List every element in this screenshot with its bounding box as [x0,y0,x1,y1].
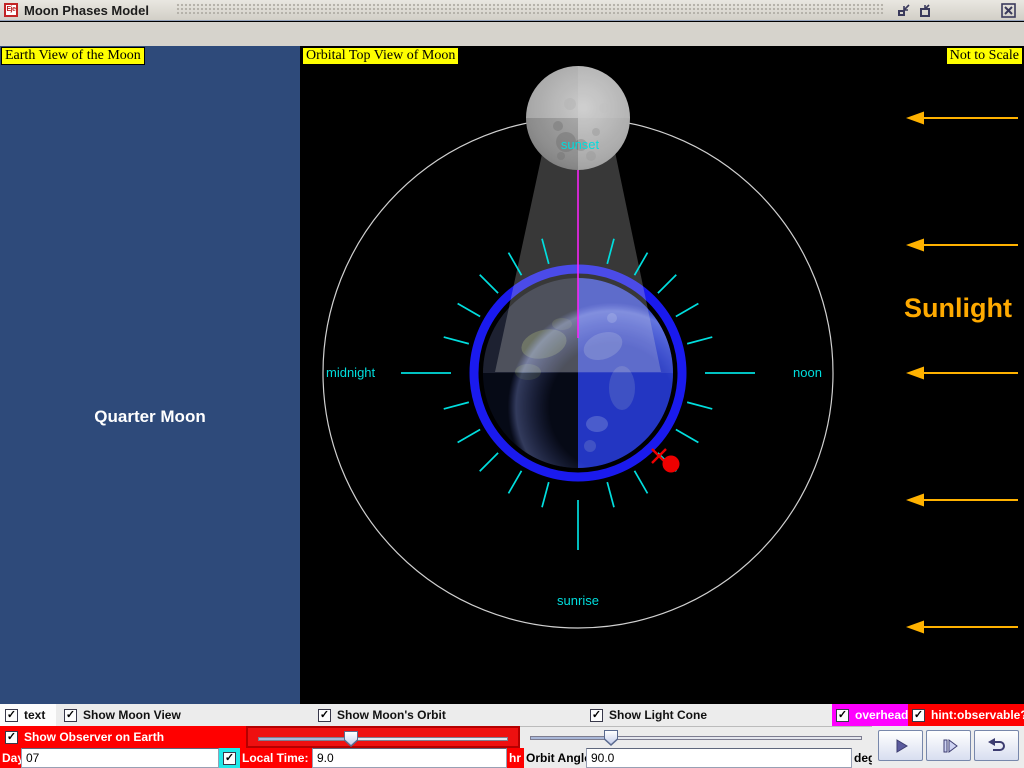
title-bar[interactable]: Eje Moon Phases Model [0,0,1024,21]
show-light-cone-checkbox[interactable]: ✓ [590,709,603,722]
menu-strip [0,22,1024,46]
step-icon [939,736,959,756]
moon-phases-window: Eje Moon Phases Model Quarter Moon [0,0,1024,768]
show-observer-checkbox[interactable]: ✓ [5,731,18,744]
close-icon[interactable] [1001,3,1016,18]
step-button[interactable] [926,730,971,761]
show-moons-orbit-checkbox[interactable]: ✓ [318,709,331,722]
orbit-angle-field[interactable]: 90.0 [586,748,852,768]
orbit-scene: midnight noon sunrise sunset Sunlight [300,46,1024,704]
local-time-field[interactable]: 9.0 [312,748,507,768]
local-time-label: Local Time: [240,748,312,768]
hour-tick [444,337,469,344]
text-checkbox-group[interactable]: ✓ text [0,704,56,726]
minimize-icon[interactable] [897,3,912,18]
hour-tick [458,304,481,317]
sunset-label: sunset [561,137,600,152]
hour-tick [635,471,648,494]
text-checkbox-label: text [24,708,45,722]
sunlight-arrow-head [906,239,924,252]
moon[interactable] [526,66,630,170]
sunlight-label: Sunlight [904,293,1012,323]
hour-tick [676,304,699,317]
earth-view-panel: Quarter Moon [0,46,300,704]
orbit-angle-slider[interactable] [520,726,872,748]
reset-button[interactable] [974,730,1019,761]
moon-phase-label: Quarter Moon [0,407,300,427]
hour-tick [480,453,498,471]
hint-observable-label: hint:observable? [931,708,1024,722]
hour-tick [444,402,469,409]
show-moon-view-group[interactable]: ✓ Show Moon View [56,704,308,726]
deg-unit-label: deg [852,748,872,768]
noon-label: noon [793,365,822,380]
hour-tick [687,402,712,409]
hour-tick [509,471,522,494]
sunlight-arrow-head [906,494,924,507]
hour-tick [607,482,614,507]
local-time-slider[interactable] [246,726,520,748]
titlebar-texture [176,3,884,16]
sunlight-arrow-head [906,112,924,125]
play-button[interactable] [878,730,923,761]
play-icon [891,736,911,756]
hour-tick [542,482,549,507]
sunlight-arrow-head [906,367,924,380]
field-row: Day 07 ✓ Local Time: 9.0 hr Orbit Angle … [0,748,1024,768]
overhead-label: overhead [855,708,908,722]
show-moons-orbit-group[interactable]: ✓ Show Moon's Orbit [308,704,576,726]
show-moon-view-checkbox[interactable]: ✓ [64,709,77,722]
orbit-angle-slider-track[interactable] [530,736,862,740]
sunrise-label: sunrise [557,593,599,608]
day-field[interactable]: 07 [21,748,219,768]
midnight-label: midnight [326,365,376,380]
orbit-angle-label: Orbit Angle [524,748,586,768]
orbit-view-panel: midnight noon sunrise sunset Sunlight [300,46,1024,704]
text-checkbox[interactable]: ✓ [5,709,18,722]
slider-row: ✓ Show Observer on Earth [0,726,1024,748]
hint-observable-group[interactable]: ✓ hint:observable? [908,704,1024,726]
earth-view-caption: Earth View of the Moon [1,47,145,65]
show-moons-orbit-label: Show Moon's Orbit [337,708,446,722]
sunlight-arrow-head [906,621,924,634]
reset-icon [987,736,1007,756]
hour-tick [658,275,676,293]
time-checkbox[interactable]: ✓ [223,752,236,765]
orbit-angle-slider-thumb[interactable] [604,730,618,746]
show-moon-view-label: Show Moon View [83,708,181,722]
day-label: Day [0,748,21,768]
hour-tick [676,430,699,443]
maximize-icon[interactable] [917,3,932,18]
show-observer-group[interactable]: ✓ Show Observer on Earth [0,726,246,748]
local-time-slider-thumb[interactable] [344,731,358,747]
hint-observable-checkbox[interactable]: ✓ [912,709,925,722]
show-observer-label: Show Observer on Earth [24,730,164,744]
local-time-slider-track[interactable] [258,737,508,741]
hour-tick [687,337,712,344]
hr-unit-label: hr [507,748,524,768]
overhead-checkbox[interactable]: ✓ [836,709,849,722]
sunlight-arrows [906,112,1018,634]
checkbox-row: ✓ text ✓ Show Moon View ✓ Show Moon's Or… [0,704,1024,726]
playback-panel [872,726,1024,768]
time-checkbox-group[interactable]: ✓ [219,748,240,768]
orbit-view-caption: Orbital Top View of Moon [302,47,459,65]
show-light-cone-group[interactable]: ✓ Show Light Cone [576,704,832,726]
hour-tick [480,275,498,293]
hour-tick [458,430,481,443]
not-to-scale-caption: Not to Scale [946,47,1023,65]
show-light-cone-label: Show Light Cone [609,708,707,722]
overhead-group[interactable]: ✓ overhead [832,704,908,726]
window-title: Moon Phases Model [24,3,149,18]
observer-marker[interactable] [652,449,680,473]
ejs-app-icon: Eje [4,3,18,17]
